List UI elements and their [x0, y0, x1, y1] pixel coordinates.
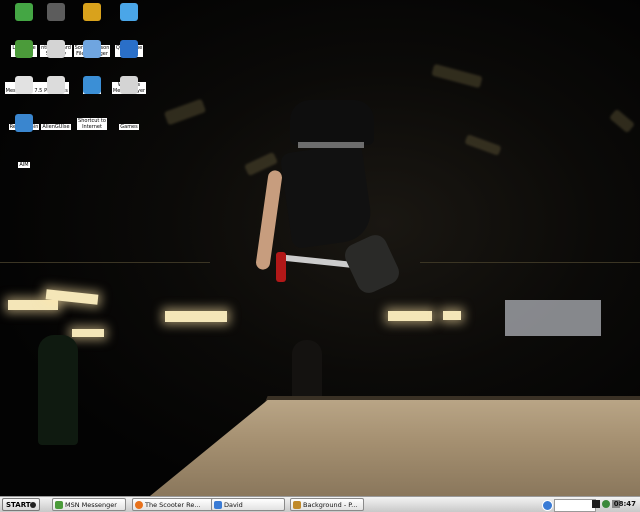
ramp — [150, 400, 640, 496]
icon-label: AIM — [18, 162, 30, 168]
taskbar: START MSN Messenger The Scooter Re... Da… — [0, 496, 640, 512]
games-icon — [120, 76, 138, 94]
light-blur — [431, 63, 483, 89]
chat-icon — [214, 501, 222, 509]
task-david[interactable]: David — [211, 498, 285, 511]
wmp-icon — [120, 40, 138, 58]
scooter-deck — [279, 254, 351, 268]
rider-shoe — [341, 231, 403, 297]
light-blur — [608, 108, 636, 134]
rail — [420, 262, 640, 263]
icon-label: Games — [119, 124, 139, 130]
msn-icon — [55, 501, 63, 509]
other-programs-icon — [47, 40, 65, 58]
task-scooter-browser[interactable]: The Scooter Re... — [132, 498, 216, 511]
start-icon — [30, 502, 36, 508]
itunes-icon — [83, 40, 101, 58]
ntinetguard-icon — [47, 3, 65, 21]
spectator — [38, 335, 78, 445]
system-tray: 08:47 — [540, 498, 638, 512]
scooter-handle — [276, 252, 286, 282]
task-label: Background - P... — [303, 501, 358, 509]
light-blur — [163, 98, 207, 126]
alienguise-icon — [47, 76, 65, 94]
rail — [0, 262, 210, 263]
recycle-bin-icon — [15, 76, 33, 94]
task-label: The Scooter Re... — [145, 501, 201, 509]
ceiling-light — [165, 311, 227, 322]
ceiling-light — [8, 300, 58, 310]
search-icon[interactable] — [542, 500, 553, 511]
task-background-editor[interactable]: Background - P... — [290, 498, 364, 511]
task-label: David — [224, 501, 243, 509]
start-button[interactable]: START — [2, 498, 40, 511]
rider-belt — [298, 142, 364, 148]
task-msn-messenger[interactable]: MSN Messenger — [52, 498, 126, 511]
ceiling-light — [388, 311, 432, 321]
paint-icon — [293, 501, 301, 509]
msn-tray-icon[interactable] — [602, 500, 610, 508]
rider-shirt — [290, 100, 374, 145]
task-label: MSN Messenger — [65, 501, 117, 509]
wall-sign — [505, 300, 601, 336]
msn-icon — [15, 40, 33, 58]
limewire-icon — [15, 3, 33, 21]
rider-legs — [279, 142, 375, 250]
search-field[interactable] — [554, 499, 596, 512]
network-icon[interactable] — [592, 500, 600, 508]
icon-label: Shortcut to Internet — [77, 118, 107, 130]
start-label: START — [6, 501, 31, 509]
quicktime-icon — [120, 3, 138, 21]
firefox-icon — [135, 501, 143, 509]
sony-ericsson-icon — [83, 3, 101, 21]
internet-icon — [83, 76, 101, 94]
aim-icon — [15, 114, 33, 132]
icon-aim[interactable]: AIM — [2, 114, 46, 170]
desktop-background: LimeWire 4.12.6ntiNetguard SecuritySony … — [0, 0, 640, 496]
clock: 08:47 — [613, 500, 636, 508]
ceiling-light — [443, 311, 461, 320]
ceiling-light — [72, 329, 104, 337]
icon-games[interactable]: Games — [107, 76, 151, 132]
light-blur — [464, 134, 502, 156]
